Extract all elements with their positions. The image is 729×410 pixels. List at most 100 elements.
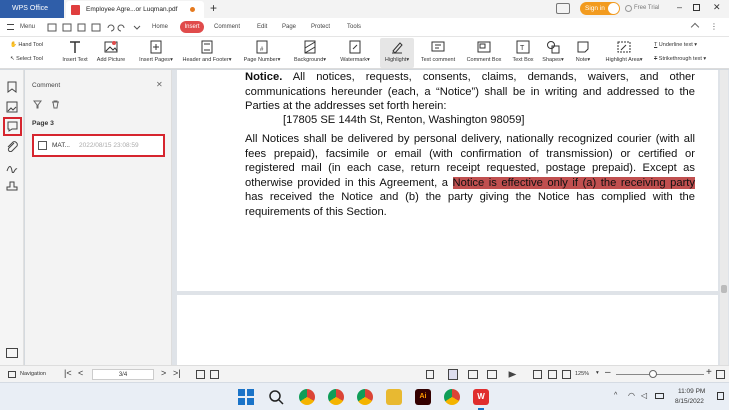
- windows-taskbar: Ai W ^ ◠ ◁ 11:09 PM 8/15/2022: [0, 382, 729, 410]
- text-box-button[interactable]: T Text Box: [510, 40, 536, 63]
- comment-icon: [7, 121, 18, 132]
- wps-office-tab[interactable]: WPS Office: [0, 0, 64, 18]
- wps-office-icon[interactable]: W: [473, 389, 489, 405]
- comment-panel-toggle[interactable]: [3, 117, 22, 136]
- watermark-button[interactable]: Watermark▾: [337, 40, 373, 63]
- vertical-scrollbar[interactable]: [720, 70, 728, 365]
- book-view-icon[interactable]: [487, 370, 497, 379]
- forward-icon[interactable]: [210, 370, 219, 379]
- dropdown-caret-icon: ▾: [170, 57, 173, 63]
- single-page-icon[interactable]: [426, 370, 434, 379]
- sign-in-button[interactable]: Sign in: [580, 2, 620, 15]
- filter-icon[interactable]: [33, 100, 42, 109]
- quick-access-icons[interactable]: [46, 22, 146, 33]
- comment-author: MAT...: [52, 142, 70, 149]
- attachment-icon[interactable]: [6, 140, 18, 152]
- background-button[interactable]: Background▾: [292, 40, 328, 63]
- last-page-icon[interactable]: >|: [173, 368, 181, 378]
- new-tab-plus-icon[interactable]: +: [210, 1, 217, 15]
- battery-icon[interactable]: [655, 393, 664, 399]
- fit-page-icon[interactable]: [533, 370, 542, 379]
- document-tab[interactable]: Employee Agre...or Luqman.pdf: [66, 1, 204, 18]
- file-explorer-icon[interactable]: [386, 389, 402, 405]
- hand-tool-button[interactable]: ✋ Hand Tool: [10, 42, 43, 48]
- highlighted-text[interactable]: Notice is effective only if (a) the rece…: [452, 176, 695, 189]
- thumbnail-icon[interactable]: [6, 101, 18, 113]
- back-icon[interactable]: [196, 370, 205, 379]
- notification-icon[interactable]: [717, 392, 724, 400]
- maximize-icon[interactable]: [693, 4, 700, 11]
- chrome-icon[interactable]: [328, 389, 344, 405]
- menu-button[interactable]: Menu: [20, 24, 35, 30]
- note-button[interactable]: Note▾: [572, 40, 594, 63]
- strikethrough-text-button[interactable]: T Strikethrough text ▾: [654, 56, 706, 62]
- chrome-icon[interactable]: [444, 389, 460, 405]
- menu-protect[interactable]: Protect: [311, 24, 330, 30]
- bookmark-icon[interactable]: [6, 81, 18, 93]
- zoom-out-icon[interactable]: –: [605, 367, 611, 378]
- free-trial-link[interactable]: Free Trial: [634, 5, 659, 11]
- search-icon[interactable]: [268, 389, 284, 405]
- header-footer-button[interactable]: Header and Footer▾: [179, 40, 235, 63]
- add-picture-button[interactable]: Add Picture: [95, 40, 127, 63]
- actual-size-icon[interactable]: [562, 370, 571, 379]
- page-number-button[interactable]: # Page Number▾: [242, 40, 282, 63]
- navigation-button[interactable]: Navigation: [20, 371, 46, 377]
- minimize-icon[interactable]: –: [677, 2, 682, 12]
- zoom-in-icon[interactable]: +: [706, 367, 712, 378]
- volume-icon[interactable]: ◁: [641, 391, 647, 400]
- fit-width-icon[interactable]: [548, 370, 557, 379]
- menu-comment[interactable]: Comment: [214, 24, 240, 30]
- shapes-button[interactable]: Shapes▾: [540, 40, 566, 63]
- tab-grid-icon[interactable]: [556, 3, 570, 14]
- more-icon[interactable]: ⋮: [710, 22, 718, 31]
- zoom-slider-track[interactable]: [616, 374, 704, 375]
- next-page-icon[interactable]: >: [161, 368, 166, 378]
- chrome-icon[interactable]: [299, 389, 315, 405]
- page-number-input[interactable]: 3/4: [92, 369, 154, 380]
- signature-icon[interactable]: [6, 161, 18, 173]
- fullscreen-icon[interactable]: [716, 370, 725, 379]
- chrome-icon[interactable]: [357, 389, 373, 405]
- highlight-area-button[interactable]: Highlight Area▾: [600, 40, 648, 63]
- clock-time[interactable]: 11:09 PM: [678, 388, 705, 395]
- windows-start-icon[interactable]: [238, 389, 254, 405]
- collapse-ribbon-icon[interactable]: [690, 22, 700, 32]
- text-comment-button[interactable]: Text comment: [420, 40, 456, 63]
- document-viewport[interactable]: Notice. All notices, requests, consents,…: [172, 70, 729, 365]
- menu-tools[interactable]: Tools: [347, 24, 361, 30]
- note-label: Note: [575, 57, 588, 63]
- zoom-slider-handle[interactable]: [649, 370, 657, 378]
- prev-page-icon[interactable]: <: [78, 368, 83, 378]
- select-tool-button[interactable]: ↖ Select Tool: [10, 56, 43, 62]
- menu-insert[interactable]: Insert: [180, 21, 204, 33]
- hamburger-icon[interactable]: [7, 24, 14, 30]
- trash-icon[interactable]: [51, 100, 60, 109]
- first-page-icon[interactable]: |<: [64, 368, 72, 378]
- illustrator-icon[interactable]: Ai: [415, 389, 431, 405]
- stamp-icon[interactable]: [6, 181, 18, 193]
- menu-page[interactable]: Page: [282, 24, 296, 30]
- continuous-page-icon[interactable]: [448, 369, 458, 380]
- highlight-button[interactable]: Highlight▾: [380, 38, 414, 68]
- zoom-level-dropdown[interactable]: 125%: [575, 371, 589, 377]
- wifi-icon[interactable]: ◠: [628, 391, 635, 400]
- menu-edit[interactable]: Edit: [257, 24, 267, 30]
- two-page-icon[interactable]: [468, 370, 478, 379]
- insert-text-button[interactable]: Insert Text: [60, 40, 90, 63]
- comment-list-item[interactable]: MAT... 2022/08/15 23:08:59: [32, 134, 165, 157]
- close-icon[interactable]: ✕: [156, 80, 163, 89]
- navigation-icon[interactable]: [8, 371, 16, 378]
- menu-home[interactable]: Home: [152, 24, 168, 30]
- comment-box-button[interactable]: Comment Box: [465, 40, 503, 63]
- close-window-icon[interactable]: ✕: [713, 2, 721, 13]
- show-hidden-icons-icon[interactable]: ^: [614, 392, 617, 399]
- note-icon: [577, 41, 589, 53]
- zoom-caret-icon[interactable]: ▾: [596, 370, 599, 376]
- underline-text-button[interactable]: T Underline text ▾: [654, 42, 697, 48]
- insert-pages-button[interactable]: Insert Pages▾: [136, 40, 176, 63]
- scrollbar-thumb[interactable]: [721, 285, 727, 293]
- panel-toggle-icon[interactable]: [6, 348, 18, 358]
- play-icon[interactable]: [508, 371, 517, 378]
- clock-date[interactable]: 8/15/2022: [675, 398, 704, 405]
